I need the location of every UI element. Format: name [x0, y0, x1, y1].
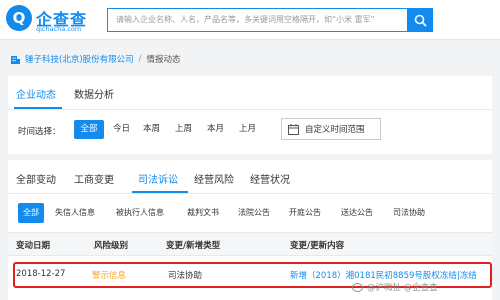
tab-company-news[interactable]: 企业动态: [16, 86, 56, 101]
time-option-last-week[interactable]: 上周: [171, 120, 196, 139]
search-icon: [414, 14, 427, 27]
filter-panel: 企业动态 数据分析 时间选择： 全部 今日 本周 上周 本月 上月 自定义时间范…: [8, 76, 492, 154]
logo-mark[interactable]: Q: [6, 5, 32, 31]
breadcrumb: 锤子科技(北京)股份有限公司 / 情报动态: [10, 52, 181, 66]
search-button[interactable]: [407, 8, 433, 32]
subfilter-court-notices[interactable]: 法院公告: [233, 203, 275, 223]
time-filter-label: 时间选择：: [18, 127, 61, 137]
time-option-last-month[interactable]: 上月: [235, 120, 260, 139]
tab-data-analysis[interactable]: 数据分析: [74, 86, 114, 101]
column-change-type: 变更/新增类型: [166, 241, 221, 251]
time-option-all[interactable]: 全部: [74, 120, 104, 139]
subfilter-all[interactable]: 全部: [18, 203, 44, 223]
breadcrumb-separator: /: [138, 54, 142, 64]
breadcrumb-current: 情报动态: [146, 55, 181, 65]
top-bar: Q 企查查 qichacha.com 请输入企业名称、人名，产品名等，多关键词用…: [0, 0, 500, 40]
subfilter-service-notices[interactable]: 送达公告: [336, 203, 378, 223]
subfilter-dishonest[interactable]: 失信人信息: [50, 203, 100, 223]
active-tab-underline: [14, 107, 62, 109]
column-change-content: 变更/更新内容: [290, 241, 345, 251]
subfilter-hearing-notices[interactable]: 开庭公告: [284, 203, 326, 223]
subfilter-judicial-assistance[interactable]: 司法协助: [388, 203, 430, 223]
breadcrumb-company-link[interactable]: 锤子科技(北京)股份有限公司: [25, 53, 134, 65]
watermark: @沪嗨扯 @企查查: [352, 281, 438, 293]
results-panel: 全部变动 工商变更 司法诉讼 经营风险 经营状况 全部 失信人信息 被执行人信息…: [8, 160, 492, 300]
subfilter-executed[interactable]: 被执行人信息: [111, 203, 169, 223]
tab-judicial-litigation[interactable]: 司法诉讼: [138, 171, 178, 186]
category-tabs: 全部变动 工商变更 司法诉讼 经营风险 经营状况: [8, 160, 492, 194]
time-option-today[interactable]: 今日: [109, 120, 134, 139]
top-tabs: 企业动态 数据分析: [8, 76, 492, 110]
building-icon: [11, 56, 20, 64]
table-header: 变动日期 风险级别 变更/新增类型 变更/更新内容: [8, 232, 492, 256]
time-option-this-month[interactable]: 本月: [203, 120, 228, 139]
watermark-text: @沪嗨扯 @企查查: [367, 283, 438, 293]
custom-date-range-button[interactable]: 自定义时间范围: [281, 118, 381, 140]
calendar-icon: [288, 123, 299, 135]
time-option-this-week[interactable]: 本周: [139, 120, 164, 139]
active-category-underline: [132, 191, 188, 193]
logo-subtitle: qichacha.com: [36, 25, 82, 33]
tab-all-changes[interactable]: 全部变动: [16, 171, 56, 186]
tab-business-changes[interactable]: 工商变更: [74, 171, 114, 186]
column-date: 变动日期: [16, 241, 51, 251]
weibo-icon: [352, 282, 363, 292]
column-risk-level: 风险级别: [94, 241, 129, 251]
tab-business-risk[interactable]: 经营风险: [194, 171, 234, 186]
custom-date-range-label: 自定义时间范围: [305, 125, 365, 135]
search-input[interactable]: 请输入企业名称、人名，产品名等，多关键词用空格隔开，如“小米 雷军”: [107, 8, 407, 32]
subfilter-judgments[interactable]: 裁判文书: [182, 203, 224, 223]
tab-business-status[interactable]: 经营状况: [250, 171, 290, 186]
